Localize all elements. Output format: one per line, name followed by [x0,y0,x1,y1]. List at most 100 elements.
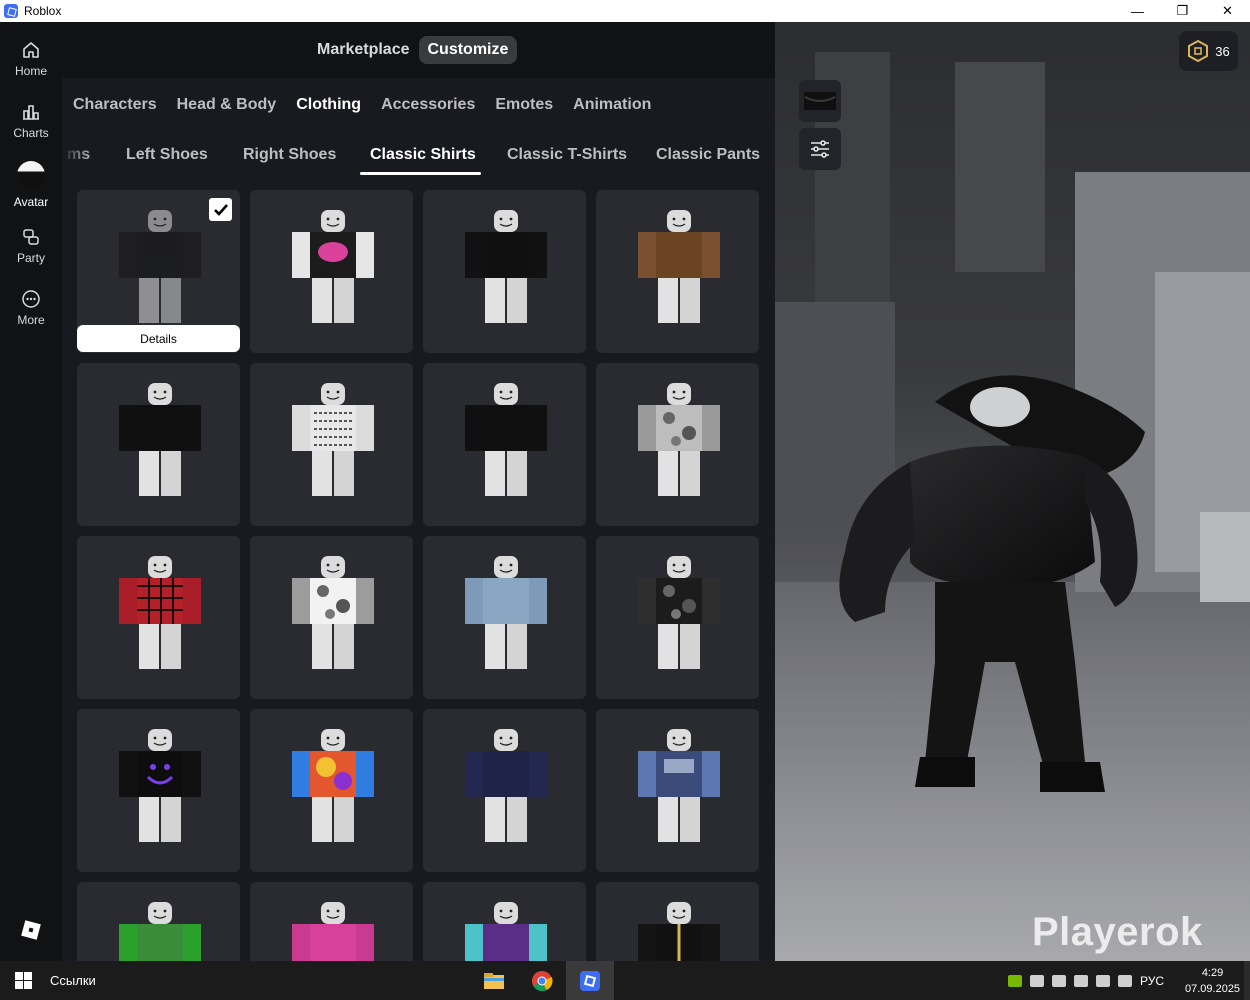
system-tray: РУС [1008,974,1164,988]
item-card[interactable] [423,709,586,872]
nav-party-label: Party [16,251,45,265]
mode-segmented-control: Marketplace Customize [306,35,519,65]
item-card[interactable] [596,536,759,699]
battery-icon[interactable] [1074,975,1088,987]
avatar-shirt-preview [119,210,201,323]
tab-marketplace[interactable]: Marketplace [308,36,419,64]
tab-characters[interactable]: Characters [73,96,157,114]
item-card[interactable] [596,190,759,353]
security-icon[interactable] [1052,975,1066,987]
item-card[interactable] [250,882,413,961]
tab-classic-pants[interactable]: Classic Pants [656,146,760,164]
shirt-thumbnail-icon [804,92,836,110]
nav-charts-label: Charts [13,126,49,140]
taskbar-chrome[interactable] [518,961,566,1000]
item-card[interactable] [250,363,413,526]
nav-home[interactable]: Home [0,40,62,78]
item-card[interactable] [423,536,586,699]
chrome-icon [532,970,553,991]
clock-date: 07.09.2025 [1185,983,1241,995]
equipped-shirt-thumbnail[interactable] [799,80,841,122]
tab-customize[interactable]: Customize [418,36,518,64]
avatar-shirt-preview [638,556,720,669]
volume-icon[interactable] [1096,975,1110,987]
avatar-preview-scene[interactable] [775,22,1250,961]
avatar-shirt-preview [465,383,547,496]
party-icon [23,229,39,245]
avatar-shirt-preview [638,902,720,961]
nav-charts[interactable]: Charts [0,102,62,140]
tab-clothing[interactable]: Clothing [296,96,361,114]
roblox-app-icon [4,4,18,18]
roblox-logo-icon[interactable] [21,920,41,940]
tab-right-shoes[interactable]: Right Shoes [243,146,336,164]
language-indicator[interactable]: РУС [1140,974,1164,988]
item-card[interactable] [250,190,413,353]
avatar-shirt-preview [638,210,720,323]
nav-avatar[interactable]: Avatar [0,161,62,209]
tab-accessories[interactable]: Accessories [381,96,475,114]
tabs-fade-overlay [62,144,92,174]
avatar-shirt-preview [292,556,374,669]
avatar-shirt-preview [465,902,547,961]
item-card[interactable] [77,709,240,872]
more-icon [22,290,40,308]
close-button[interactable]: ✕ [1205,0,1250,22]
network-icon[interactable] [1118,975,1132,987]
maximize-button[interactable]: ❐ [1160,0,1205,22]
windows-start-icon[interactable] [15,972,32,989]
avatar-shirt-preview [119,383,201,496]
taskbar-roblox[interactable] [566,961,614,1000]
links-toolbar[interactable]: Ссылки [50,973,96,988]
details-button[interactable]: Details [77,325,240,352]
scene-block [955,62,1045,272]
avatar-shirt-preview [292,902,374,961]
nvidia-icon[interactable] [1008,975,1022,987]
filter-settings-button[interactable] [799,128,841,170]
avatar-shirt-preview [638,729,720,842]
window-titlebar: Roblox — ❐ ✕ [0,0,1250,22]
item-card[interactable] [250,536,413,699]
item-card[interactable] [596,709,759,872]
show-desktop-button[interactable] [1244,961,1250,1000]
avatar-shirt-preview [292,383,374,496]
window-controls: — ❐ ✕ [1115,0,1250,22]
active-tab-indicator [360,172,481,175]
item-card[interactable] [77,363,240,526]
subcategory-tabs: ms Left Shoes Right Shoes Classic Shirts… [62,144,775,178]
avatar-shirt-preview [119,902,201,961]
tab-left-shoes[interactable]: Left Shoes [126,146,208,164]
minimize-button[interactable]: — [1115,0,1160,22]
tab-head-body[interactable]: Head & Body [177,96,277,114]
item-card[interactable] [423,190,586,353]
equipped-checkmark-icon[interactable] [209,198,232,221]
taskbar-apps [470,961,614,1000]
tab-animation[interactable]: Animation [573,96,651,114]
nav-party[interactable]: Party [0,227,62,265]
item-card[interactable] [596,882,759,961]
robux-balance[interactable]: 36 [1179,31,1238,71]
tab-classic-shirts[interactable]: Classic Shirts [370,146,476,164]
item-card[interactable] [77,536,240,699]
steam-icon[interactable] [1030,975,1044,987]
category-tabs: Characters Head & Body Clothing Accessor… [73,96,671,114]
item-card[interactable] [423,882,586,961]
tab-classic-tshirts[interactable]: Classic T-Shirts [507,146,627,164]
roblox-icon [580,970,600,991]
nav-more[interactable]: More [0,289,62,327]
item-card[interactable] [77,882,240,961]
nav-avatar-label: Avatar [13,195,49,209]
robux-icon [1188,40,1209,62]
item-card[interactable] [596,363,759,526]
item-card[interactable] [250,709,413,872]
taskbar-file-explorer[interactable] [470,961,518,1000]
item-card[interactable] [423,363,586,526]
nav-more-label: More [17,313,45,327]
avatar-shirt-preview [465,210,547,323]
taskbar-clock[interactable]: 4:29 07.09.2025 [1185,965,1240,997]
charts-icon [23,105,39,120]
avatar-icon [17,161,45,189]
tab-emotes[interactable]: Emotes [495,96,553,114]
watermark-text: Playerok [1032,910,1203,954]
avatar-shirt-preview [119,729,201,842]
